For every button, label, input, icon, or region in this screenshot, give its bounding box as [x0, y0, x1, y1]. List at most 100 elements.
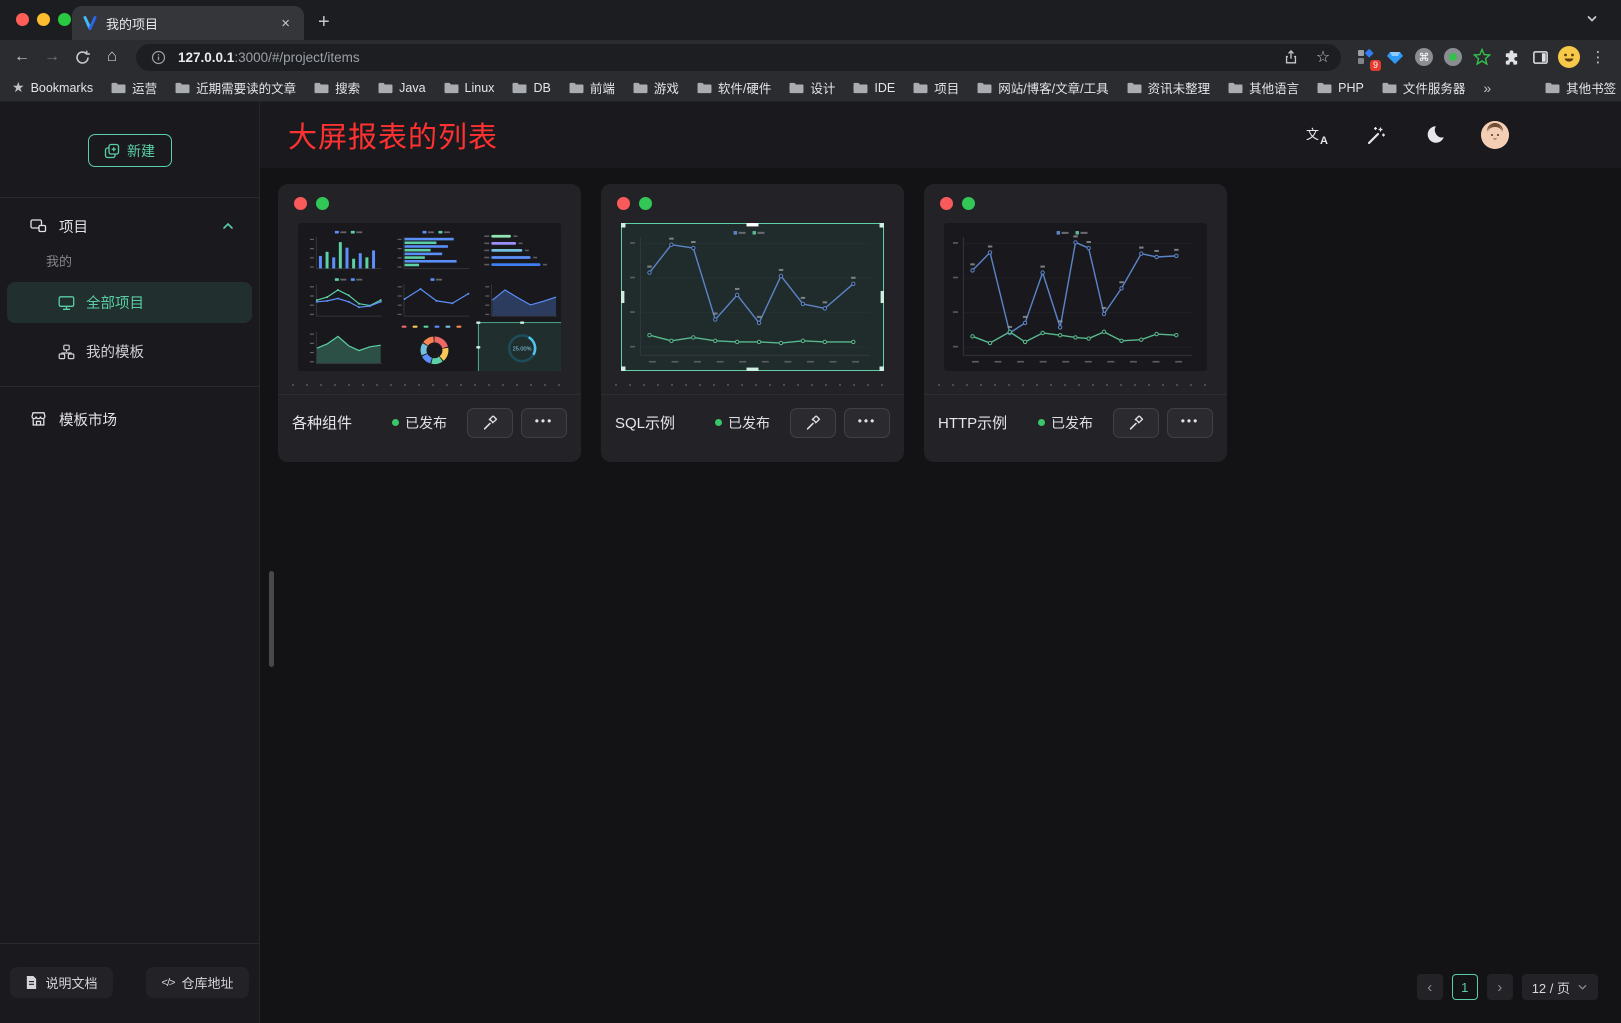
bookmark-folder[interactable]: 软件/硬件	[697, 78, 771, 97]
market-icon	[30, 411, 47, 427]
edit-project-button[interactable]	[1113, 408, 1159, 438]
command-extension-icon[interactable]: ⌘	[1413, 46, 1435, 68]
hammer-icon	[804, 414, 822, 432]
star-extension-icon[interactable]	[1471, 46, 1493, 68]
project-name: 各种组件	[292, 412, 392, 433]
bookmark-folder[interactable]: 网站/博客/文章/工具	[977, 78, 1108, 97]
browser-menu-icon[interactable]: ⋮	[1587, 46, 1609, 68]
preview-chart: 25.00%	[298, 223, 561, 371]
other-bookmarks-folder[interactable]: 其他书签	[1545, 78, 1616, 97]
bookmark-folder[interactable]: PHP	[1317, 78, 1364, 97]
bookmark-folder[interactable]: Linux	[444, 78, 495, 97]
template-icon	[58, 344, 75, 360]
bookmarks-overflow-chevron[interactable]: »	[1483, 80, 1491, 96]
tab-close-icon[interactable]: ×	[277, 15, 294, 32]
info-icon[interactable]	[146, 45, 170, 69]
goview-favicon	[82, 15, 98, 31]
code-icon: </>	[162, 977, 175, 989]
bookmark-folder[interactable]: 文件服务器	[1382, 78, 1466, 97]
bookmark-folder[interactable]: DB	[512, 78, 550, 97]
bookmark-folder[interactable]: 其他语言	[1228, 78, 1299, 97]
projects-group-icon	[30, 218, 47, 234]
browser-tab[interactable]: 我的项目 ×	[72, 6, 304, 40]
bookmark-folder[interactable]: 项目	[913, 78, 959, 97]
status-badge: 已发布	[1038, 413, 1093, 433]
repo-button[interactable]: </> 仓库地址	[146, 967, 249, 998]
tab-search-chevron-icon[interactable]	[1585, 12, 1599, 31]
user-avatar[interactable]	[1481, 121, 1509, 149]
bookmark-folder[interactable]: IDE	[853, 78, 895, 97]
dotted-separator	[938, 384, 1213, 386]
prev-page-button[interactable]: ‹	[1417, 974, 1443, 1000]
zoom-window-button[interactable]	[58, 13, 71, 26]
sidebar-divider	[0, 197, 259, 198]
tab-strip: 我的项目 × +	[0, 0, 1621, 40]
extensions-area: 9 ⌘ ⋮	[1351, 46, 1613, 68]
project-list-area: 25.00% 各种组件 已发布 •••	[260, 168, 1621, 1023]
browser-toolbar: ← → ⌂ 127.0.0.1:3000/#/project/items ☆ 9	[0, 40, 1621, 74]
project-preview[interactable]: 25.00%	[298, 223, 561, 371]
preview-chart	[621, 223, 884, 371]
translate-icon[interactable]: 文A	[1304, 122, 1330, 148]
extensions-puzzle-icon[interactable]	[1500, 46, 1522, 68]
bookmark-folder[interactable]: Java	[378, 78, 425, 97]
bookmark-folder[interactable]: 运营	[111, 78, 157, 97]
next-page-button[interactable]: ›	[1487, 974, 1513, 1000]
home-icon[interactable]: ⌂	[98, 43, 126, 69]
bookmarks-manager[interactable]: ★ Bookmarks	[12, 79, 93, 96]
new-project-button[interactable]: 新建	[88, 134, 172, 167]
card-green-dot	[639, 197, 652, 210]
bookmark-folder[interactable]: 近期需要读的文章	[175, 78, 296, 97]
hammer-icon	[481, 414, 499, 432]
chevron-up-icon[interactable]	[221, 220, 235, 232]
proxy-extension-icon[interactable]: 9	[1355, 46, 1377, 68]
star-icon: ★	[12, 79, 25, 96]
bookmark-folder[interactable]: 前端	[569, 78, 615, 97]
card-footer: SQL示例 已发布 •••	[601, 394, 904, 450]
sidebar-divider	[0, 386, 259, 387]
scrollbar-thumb[interactable]	[269, 571, 274, 667]
sidebar-item-template-market[interactable]: 模板市场	[30, 399, 235, 439]
close-window-button[interactable]	[16, 13, 29, 26]
dark-mode-moon-icon[interactable]	[1422, 122, 1448, 148]
side-panel-icon[interactable]	[1529, 46, 1551, 68]
forward-icon[interactable]: →	[38, 44, 66, 70]
bookmark-folder[interactable]: 搜索	[314, 78, 360, 97]
bookmark-folder[interactable]: 设计	[789, 78, 835, 97]
docs-button[interactable]: 说明文档	[10, 967, 113, 998]
magic-wand-icon[interactable]	[1363, 122, 1389, 148]
share-icon[interactable]	[1279, 45, 1303, 69]
minimize-window-button[interactable]	[37, 13, 50, 26]
card-window-dots	[278, 197, 581, 211]
bookmark-folder[interactable]: 游戏	[633, 78, 679, 97]
bookmark-folder[interactable]: 资讯未整理	[1127, 78, 1211, 97]
card-green-dot	[316, 197, 329, 210]
more-actions-button[interactable]: •••	[1167, 408, 1213, 438]
project-preview[interactable]	[944, 223, 1207, 371]
sidebar-item-my-templates[interactable]: 我的模板	[7, 331, 252, 372]
more-actions-button[interactable]: •••	[844, 408, 890, 438]
ellipsis-icon: •••	[535, 414, 554, 428]
profile-avatar[interactable]	[1558, 46, 1580, 68]
bookmark-star-icon[interactable]: ☆	[1311, 45, 1335, 69]
address-bar[interactable]: 127.0.0.1:3000/#/project/items ☆	[136, 44, 1341, 71]
recorder-extension-icon[interactable]	[1442, 46, 1464, 68]
hammer-icon	[1127, 414, 1145, 432]
card-window-dots	[601, 197, 904, 211]
project-preview[interactable]	[621, 223, 884, 371]
more-actions-button[interactable]: •••	[521, 408, 567, 438]
new-tab-button[interactable]: +	[318, 11, 330, 34]
sidebar-group-projects[interactable]: 项目	[30, 208, 235, 244]
edit-project-button[interactable]	[790, 408, 836, 438]
current-page-button[interactable]: 1	[1452, 974, 1478, 1000]
sidebar-item-all-projects[interactable]: 全部项目	[7, 282, 252, 323]
folder-icon	[175, 81, 190, 94]
reload-icon[interactable]	[68, 44, 96, 70]
folder-icon	[913, 81, 928, 94]
ellipsis-icon: •••	[1181, 414, 1200, 428]
gem-extension-icon[interactable]	[1384, 46, 1406, 68]
project-card: HTTP示例 已发布 •••	[924, 184, 1227, 462]
back-icon[interactable]: ←	[8, 44, 36, 70]
page-size-select[interactable]: 12 / 页	[1522, 974, 1598, 1000]
edit-project-button[interactable]	[467, 408, 513, 438]
